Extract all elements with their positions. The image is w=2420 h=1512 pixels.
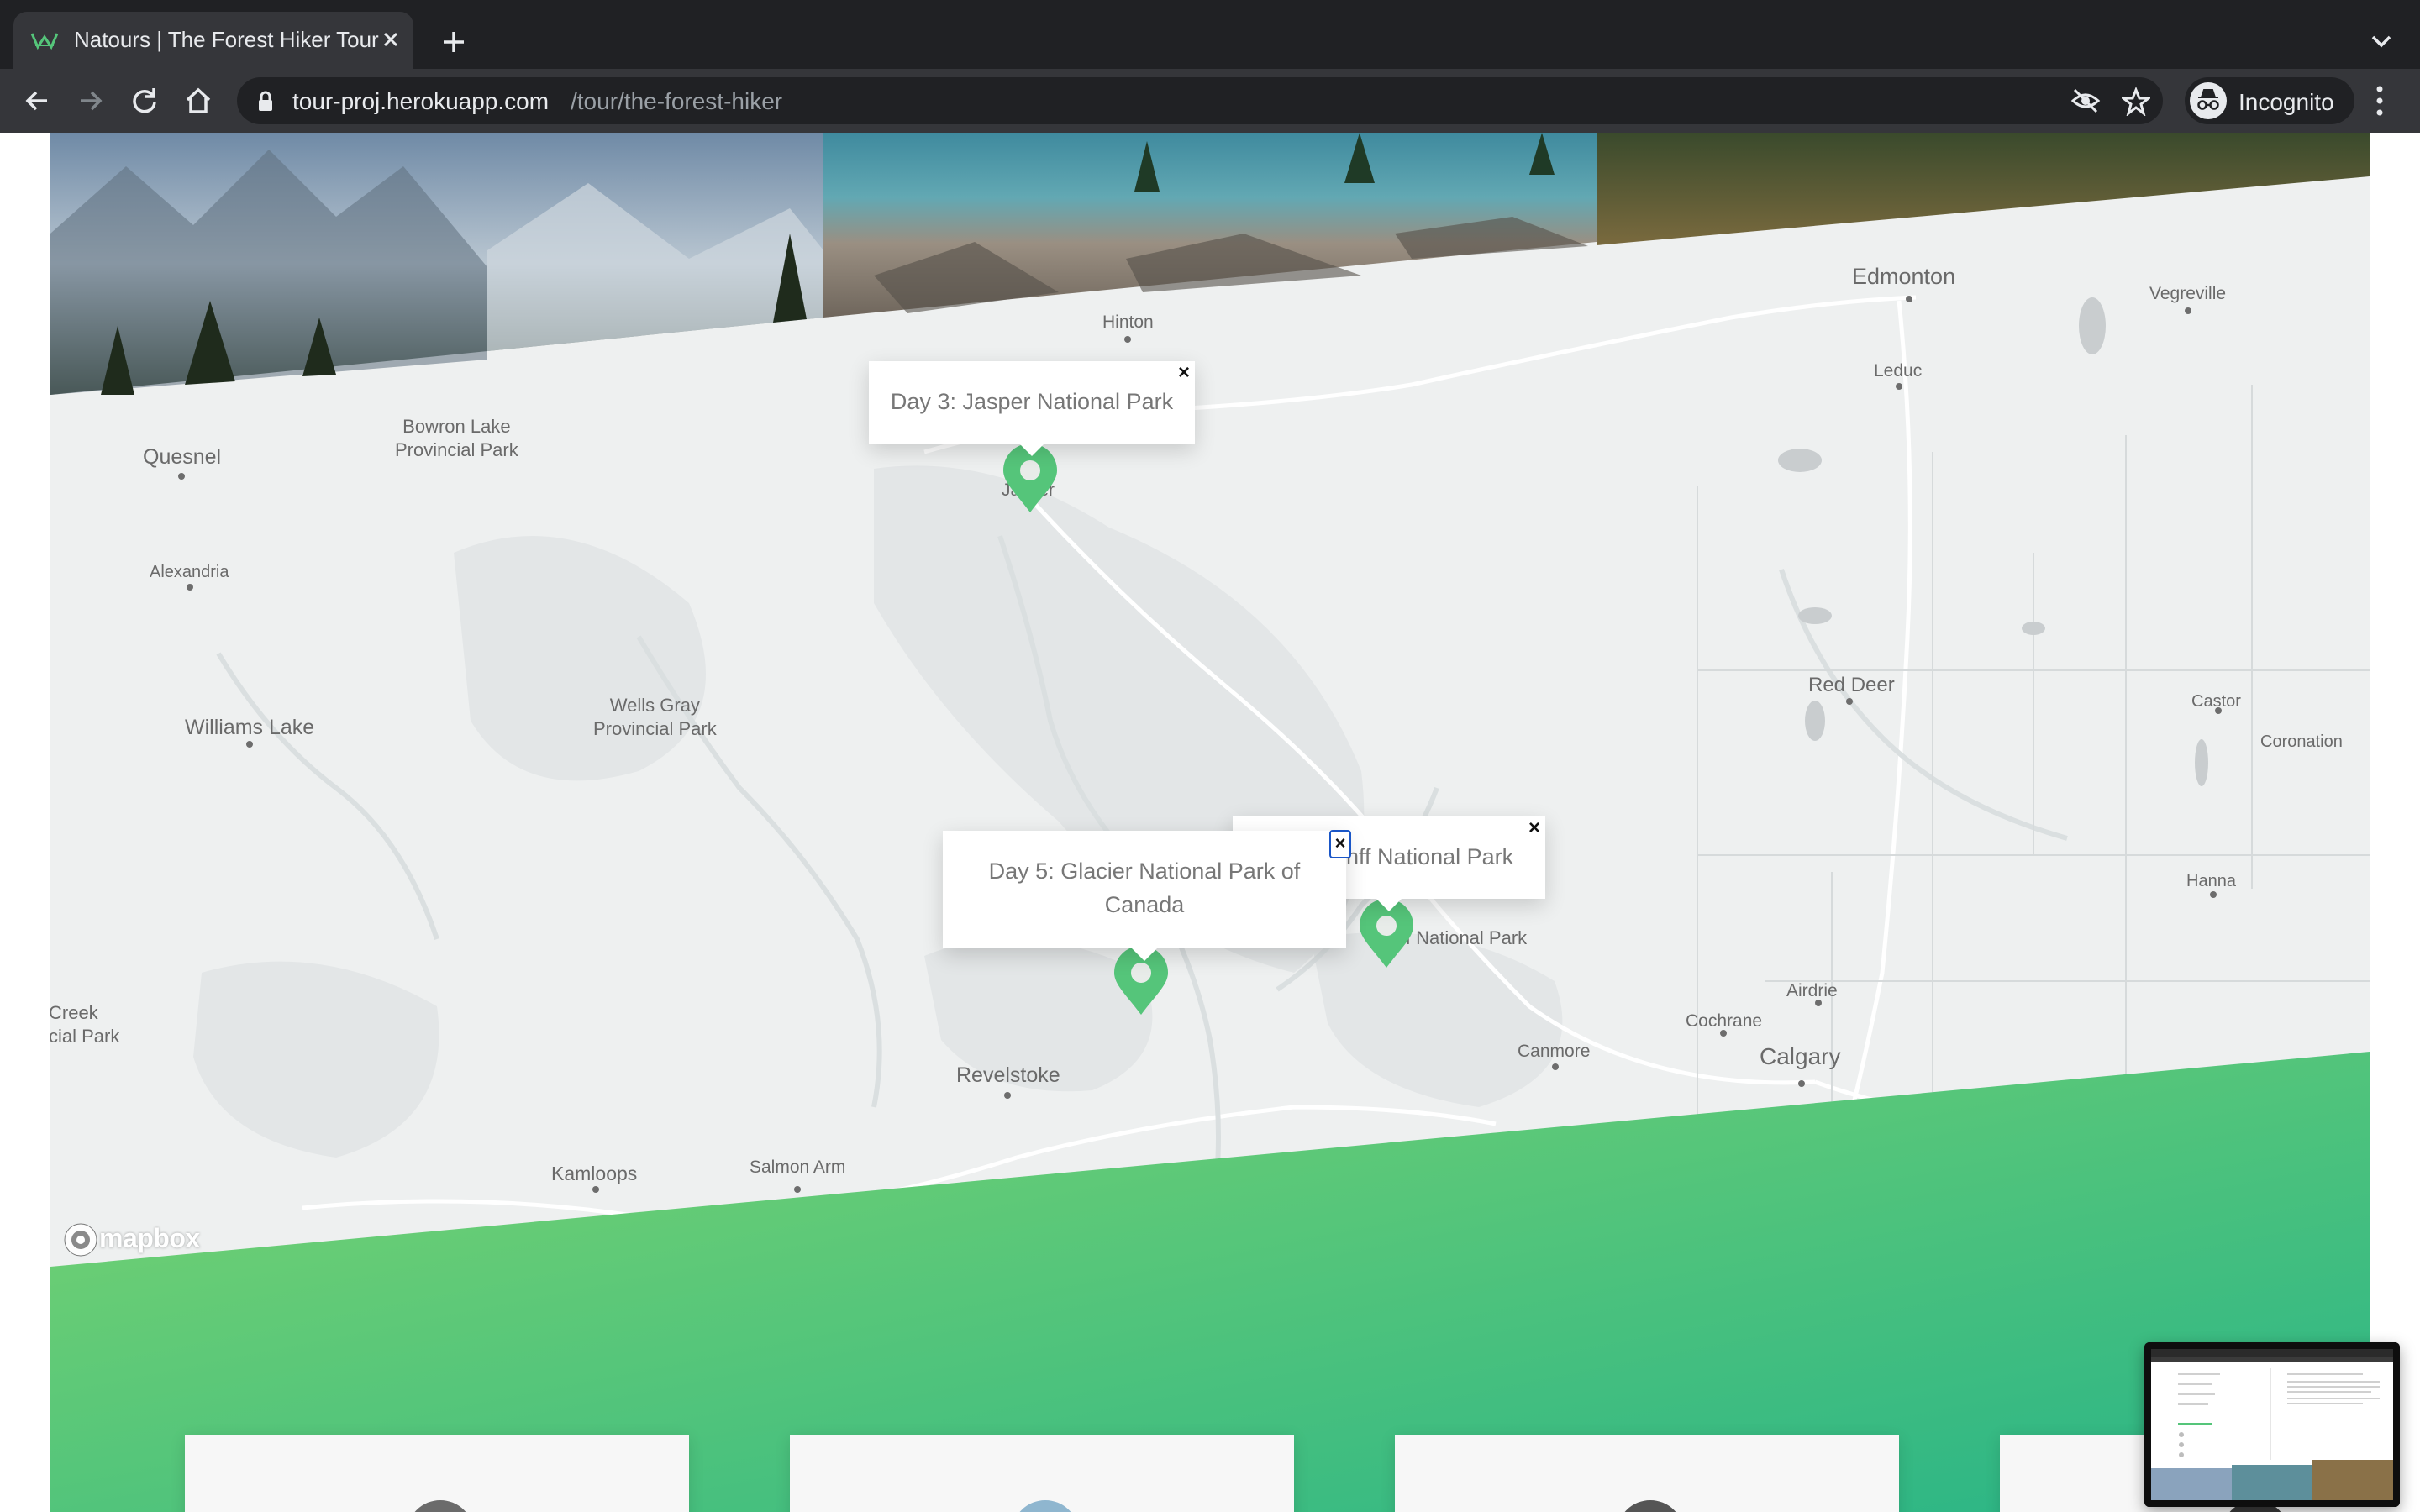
place-label-wells-gray: Wells Gray Provincial Park bbox=[593, 695, 717, 739]
plus-icon[interactable] bbox=[437, 25, 471, 59]
place-label-leduc: Leduc bbox=[1874, 361, 1923, 381]
incognito-profile-button[interactable]: Incognito bbox=[2185, 77, 2354, 124]
web-page: Edmonton Vegreville Hinton Leduc Bowron … bbox=[0, 133, 2420, 1512]
avatar bbox=[403, 1497, 477, 1512]
place-label-airdrie: Airdrie bbox=[1786, 981, 1838, 1000]
mapbox-wordmark: mapbox bbox=[99, 1223, 200, 1253]
place-label-calgary: Calgary bbox=[1760, 1043, 1841, 1069]
tab-title: Natours | The Forest Hiker Tour bbox=[74, 27, 379, 52]
place-label-canmore: Canmore bbox=[1518, 1042, 1591, 1061]
incognito-icon bbox=[2190, 82, 2227, 119]
url-host: tour-proj.herokuapp.com bbox=[292, 88, 550, 114]
more-vert-icon[interactable] bbox=[2373, 81, 2386, 121]
avatar bbox=[1008, 1497, 1082, 1512]
map-labels: Edmonton Vegreville Hinton Leduc Bowron … bbox=[50, 133, 2370, 1309]
natours-logo-icon bbox=[30, 33, 59, 50]
screenshot-thumbnail[interactable] bbox=[2144, 1342, 2400, 1507]
popup-tip bbox=[1018, 443, 1045, 456]
review-card bbox=[790, 1435, 1294, 1512]
popup-text: Day 5: Glacier National Park of Canada bbox=[988, 858, 1301, 917]
close-icon[interactable]: × bbox=[1329, 830, 1351, 858]
place-label-revelstoke: Revelstoke bbox=[956, 1063, 1060, 1087]
avatar bbox=[1613, 1497, 1687, 1512]
close-icon[interactable]: × bbox=[1528, 818, 1540, 838]
chevron-down-icon[interactable] bbox=[2366, 29, 2396, 54]
place-label-creek-park: Creek cial Park bbox=[50, 1002, 120, 1047]
forward-icon[interactable] bbox=[74, 84, 108, 118]
address-bar[interactable]: tour-proj.herokuapp.com /tour/the-forest… bbox=[237, 77, 2163, 124]
place-label-alexandria: Alexandria bbox=[150, 563, 229, 581]
place-label-vegreville: Vegreville bbox=[2149, 284, 2227, 303]
place-label-quesnel: Quesnel bbox=[143, 445, 222, 469]
tab-strip: Natours | The Forest Hiker Tour bbox=[0, 0, 2420, 69]
eye-off-icon[interactable] bbox=[2070, 87, 2101, 114]
place-label-bowron-lake: Bowron Lake Provincial Park bbox=[395, 416, 518, 460]
place-label-edmonton: Edmonton bbox=[1852, 264, 1956, 289]
browser-tab[interactable]: Natours | The Forest Hiker Tour bbox=[13, 12, 413, 69]
popup-tip bbox=[1131, 948, 1158, 961]
place-label-cochrane: Cochrane bbox=[1686, 1011, 1763, 1031]
home-icon[interactable] bbox=[182, 84, 215, 118]
reload-icon[interactable] bbox=[128, 84, 161, 118]
place-label-hinton: Hinton bbox=[1102, 312, 1154, 332]
back-icon[interactable] bbox=[20, 84, 54, 118]
tour-page-content: Edmonton Vegreville Hinton Leduc Bowron … bbox=[50, 133, 2370, 1512]
incognito-label: Incognito bbox=[2238, 89, 2334, 115]
url-path: /tour/the-forest-hiker bbox=[571, 88, 783, 114]
close-icon[interactable]: × bbox=[1178, 363, 1190, 383]
place-label-kamloops: Kamloops bbox=[551, 1163, 638, 1184]
place-label-williams-lake: Williams Lake bbox=[185, 716, 315, 739]
popup-text: anff National Park bbox=[1334, 844, 1514, 869]
lock-icon bbox=[259, 91, 272, 111]
place-label-castor: Castor bbox=[2191, 692, 2241, 711]
place-label-salmon-arm: Salmon Arm bbox=[750, 1158, 846, 1177]
browser-toolbar: tour-proj.herokuapp.com /tour/the-forest… bbox=[0, 69, 2420, 133]
close-icon[interactable] bbox=[376, 25, 405, 54]
map-popup-glacier: Day 5: Glacier National Park of Canada bbox=[943, 831, 1346, 961]
review-card bbox=[185, 1435, 689, 1512]
star-icon[interactable] bbox=[2122, 87, 2150, 116]
place-label-red-deer: Red Deer bbox=[1808, 674, 1895, 696]
popup-tip bbox=[1376, 898, 1402, 911]
review-card bbox=[1395, 1435, 1899, 1512]
place-label-hanna: Hanna bbox=[2186, 872, 2236, 890]
map-popup-jasper: × Day 3: Jasper National Park bbox=[869, 361, 1195, 456]
place-label-coronation: Coronation bbox=[2260, 732, 2343, 751]
popup-text: Day 3: Jasper National Park bbox=[890, 389, 1174, 414]
